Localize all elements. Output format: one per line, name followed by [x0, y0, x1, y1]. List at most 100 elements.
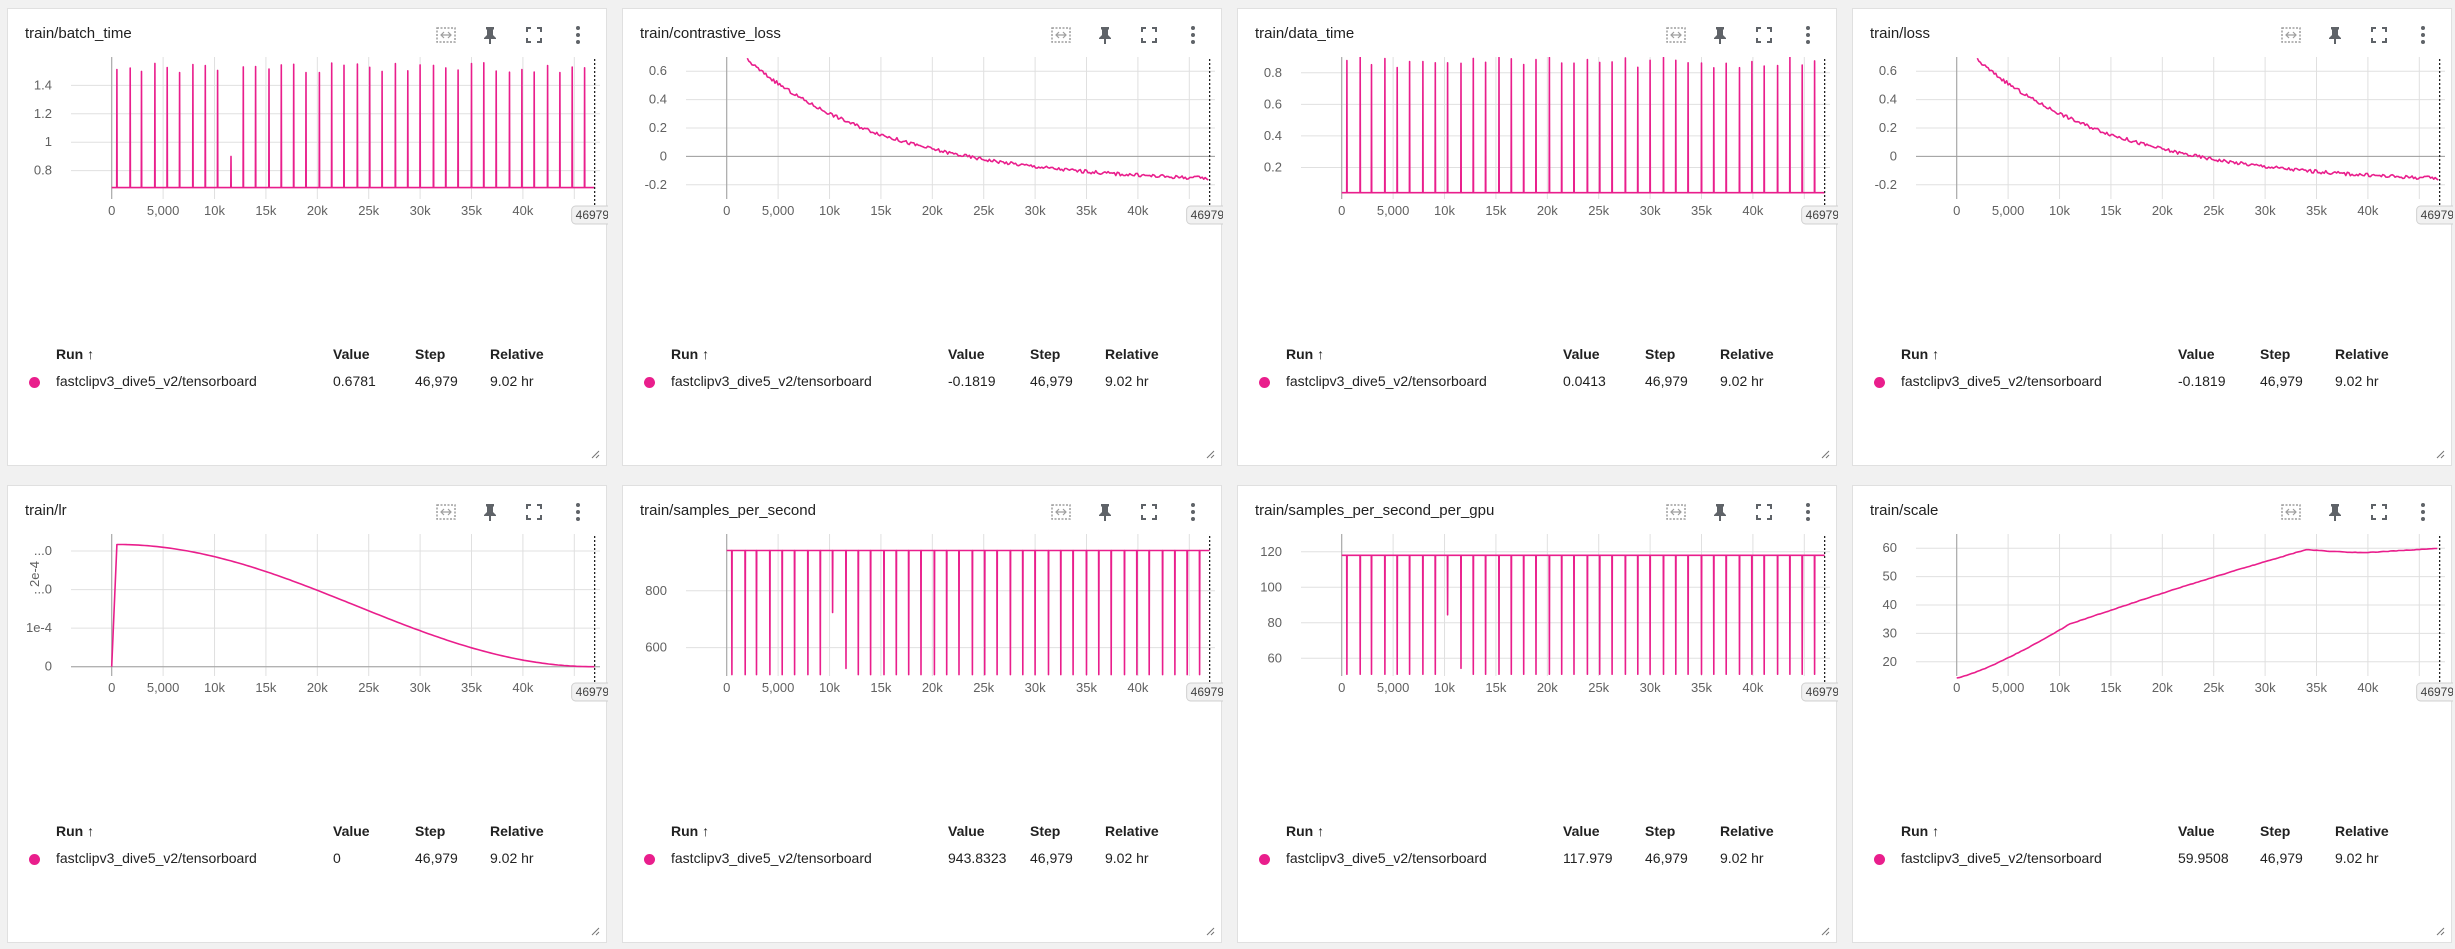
fit-domain-icon[interactable]: [2275, 19, 2307, 51]
line-chart[interactable]: -0.2 0 0.2 0.4 0.6 0 5,000 10k 15k 20k 25k 30k 35k 40…: [1853, 57, 2453, 343]
run-column-header[interactable]: Run ↑: [1901, 346, 1939, 362]
x-tick-label: 20k: [922, 203, 943, 218]
run-name[interactable]: fastclipv3_dive5_v2/tensorboard: [671, 373, 872, 389]
resize-handle-icon[interactable]: [590, 449, 600, 459]
step-badge-label: 46979: [1191, 208, 1223, 222]
more-vert-icon[interactable]: [2407, 496, 2439, 528]
line-chart[interactable]: -0.2 0 0.2 0.4 0.6 0 5,000 10k 15k 20k 25k 30k 35k 40…: [623, 57, 1223, 343]
pin-icon[interactable]: [1704, 19, 1736, 51]
more-vert-icon[interactable]: [562, 19, 594, 51]
run-column-header[interactable]: Run ↑: [1286, 823, 1324, 839]
fullscreen-icon[interactable]: [518, 496, 550, 528]
series-line[interactable]: [1956, 547, 2438, 679]
more-vert-icon[interactable]: [1792, 496, 1824, 528]
x-tick-label: 30k: [410, 680, 431, 695]
series-line[interactable]: [1341, 554, 1825, 675]
fullscreen-icon[interactable]: [2363, 19, 2395, 51]
line-chart[interactable]: 0.2 0.4 0.6 0.8 0 5,000 10k 15k 20k 25k 30k 35k 40k 4…: [1238, 57, 1838, 343]
fullscreen-icon[interactable]: [1748, 496, 1780, 528]
fit-domain-icon[interactable]: [430, 496, 462, 528]
fullscreen-icon[interactable]: [2363, 496, 2395, 528]
more-vert-icon[interactable]: [2407, 19, 2439, 51]
more-vert-icon[interactable]: [1792, 19, 1824, 51]
more-vert-icon[interactable]: [1177, 496, 1209, 528]
resize-handle-icon[interactable]: [2435, 449, 2445, 459]
y-tick-label: 20: [1883, 654, 1897, 669]
fit-domain-icon[interactable]: [2275, 496, 2307, 528]
y-tick-label: 0.2: [1879, 120, 1897, 135]
x-tick-label: 25k: [973, 203, 994, 218]
series-line[interactable]: [1341, 57, 1825, 194]
line-chart[interactable]: 20 30 40 50 60 0 5,000 10k 15k 20k 25k 30k 35k 40k 469…: [1853, 534, 2453, 820]
pin-icon[interactable]: [474, 19, 506, 51]
series-line[interactable]: [111, 62, 595, 189]
fullscreen-icon[interactable]: [518, 19, 550, 51]
run-column-header[interactable]: Run ↑: [56, 346, 94, 362]
run-column-header[interactable]: Run ↑: [671, 823, 709, 839]
run-relative: 9.02 hr: [490, 850, 534, 866]
y-tick-label: ...0: [34, 543, 52, 558]
resize-handle-icon[interactable]: [1205, 449, 1215, 459]
x-tick-label: 35k: [1691, 203, 1712, 218]
run-name[interactable]: fastclipv3_dive5_v2/tensorboard: [1901, 373, 2102, 389]
relative-column-header: Relative: [490, 823, 544, 839]
run-value: -0.1819: [948, 373, 996, 389]
more-vert-icon[interactable]: [1177, 19, 1209, 51]
line-chart[interactable]: 01e-4...0...02e-40 5,000 10k 15k 20k 25k 30k 35…: [8, 534, 608, 820]
run-name[interactable]: fastclipv3_dive5_v2/tensorboard: [56, 850, 257, 866]
y-tick-label: -0.2: [1875, 177, 1897, 192]
resize-handle-icon[interactable]: [1205, 926, 1215, 936]
x-tick-label: 5,000: [147, 680, 180, 695]
card-toolbar: [1660, 19, 1824, 51]
line-chart[interactable]: 60080005,00010k15k20k25k30k35k40k46979×: [623, 534, 1223, 820]
fit-domain-icon[interactable]: [1045, 496, 1077, 528]
series-line[interactable]: [726, 549, 1210, 676]
fit-domain-icon[interactable]: [1660, 496, 1692, 528]
run-color-dot: [1259, 854, 1270, 865]
y-tick-label: 100: [1260, 579, 1282, 594]
x-tick-label: 30k: [1025, 203, 1046, 218]
pin-icon[interactable]: [2319, 19, 2351, 51]
value-column-header: Value: [333, 346, 370, 362]
run-name[interactable]: fastclipv3_dive5_v2/tensorboard: [1286, 850, 1487, 866]
run-step: 46,979: [1030, 850, 1073, 866]
run-column-header[interactable]: Run ↑: [1286, 346, 1324, 362]
fullscreen-icon[interactable]: [1133, 19, 1165, 51]
step-column-header: Step: [2260, 823, 2291, 839]
run-name[interactable]: fastclipv3_dive5_v2/tensorboard: [671, 850, 872, 866]
series-line[interactable]: [110, 543, 595, 668]
x-tick-label: 20k: [922, 680, 943, 695]
y-tick-label: 800: [645, 583, 667, 598]
resize-handle-icon[interactable]: [1820, 449, 1830, 459]
run-column-header[interactable]: Run ↑: [1901, 823, 1939, 839]
series-line[interactable]: [746, 57, 1209, 181]
pin-icon[interactable]: [1089, 19, 1121, 51]
more-vert-icon[interactable]: [562, 496, 594, 528]
x-tick-label: 30k: [2255, 203, 2276, 218]
run-column-header[interactable]: Run ↑: [671, 346, 709, 362]
run-name[interactable]: fastclipv3_dive5_v2/tensorboard: [1901, 850, 2102, 866]
run-column-header[interactable]: Run ↑: [56, 823, 94, 839]
line-chart[interactable]: 0.8 1 1.2 1.4 0 5,000 10k 15k 20k 25k 30k 35k 40k 469…: [8, 57, 608, 343]
pin-icon[interactable]: [1089, 496, 1121, 528]
pin-icon[interactable]: [474, 496, 506, 528]
pin-icon[interactable]: [2319, 496, 2351, 528]
run-name[interactable]: fastclipv3_dive5_v2/tensorboard: [1286, 373, 1487, 389]
fullscreen-icon[interactable]: [1133, 496, 1165, 528]
resize-handle-icon[interactable]: [1820, 926, 1830, 936]
x-tick-label: 25k: [358, 680, 379, 695]
fit-domain-icon[interactable]: [1660, 19, 1692, 51]
run-value: 0: [333, 850, 341, 866]
step-badge-label: 46979: [576, 685, 608, 699]
fullscreen-icon[interactable]: [1748, 19, 1780, 51]
value-column-header: Value: [333, 823, 370, 839]
fit-domain-icon[interactable]: [430, 19, 462, 51]
resize-handle-icon[interactable]: [2435, 926, 2445, 936]
fit-domain-icon[interactable]: [1045, 19, 1077, 51]
resize-handle-icon[interactable]: [590, 926, 600, 936]
run-name[interactable]: fastclipv3_dive5_v2/tensorboard: [56, 373, 257, 389]
line-chart[interactable]: 60 80 100 120 0 5,000 10k 15k 20k 25k 30k 35k 40k 469…: [1238, 534, 1838, 820]
scalar-card-grid: train/batch_time 0.8 1 1.2 1.4 0 5,000 10k 15k 2…: [7, 8, 2453, 943]
series-line[interactable]: [1976, 57, 2439, 181]
pin-icon[interactable]: [1704, 496, 1736, 528]
